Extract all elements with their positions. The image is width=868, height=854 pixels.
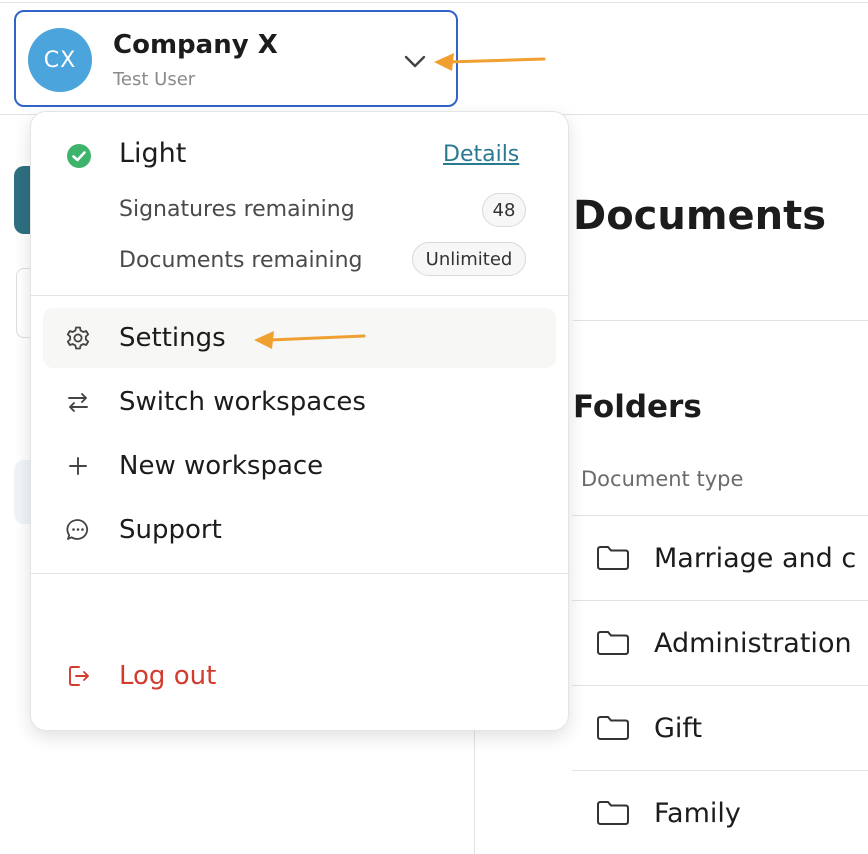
folder-row[interactable]: Marriage and c bbox=[572, 515, 868, 600]
logout-icon bbox=[69, 666, 89, 686]
menu-item-switch-workspaces[interactable]: Switch workspaces bbox=[43, 372, 556, 432]
menu-item-label: Support bbox=[119, 515, 222, 545]
folder-row[interactable]: Gift bbox=[572, 685, 868, 770]
avatar: CX bbox=[28, 28, 92, 92]
signatures-remaining-badge: 48 bbox=[482, 193, 526, 227]
folder-name: Marriage and c bbox=[654, 542, 857, 574]
menu-divider bbox=[31, 295, 570, 296]
gear-icon bbox=[66, 326, 90, 350]
menu-item-log-out[interactable]: Log out bbox=[43, 646, 556, 706]
page-title: Documents bbox=[573, 193, 827, 239]
folder-name: Family bbox=[654, 797, 741, 829]
check-circle-icon bbox=[67, 144, 91, 168]
folder-list: Marriage and c Administration Gift Famil… bbox=[572, 515, 868, 854]
top-border bbox=[0, 2, 868, 3]
signatures-remaining-label: Signatures remaining bbox=[119, 197, 355, 222]
folder-name: Gift bbox=[654, 712, 703, 744]
menu-divider bbox=[31, 573, 570, 574]
folder-icon bbox=[597, 716, 629, 740]
menu-item-label: Settings bbox=[119, 323, 226, 353]
folders-heading: Folders bbox=[573, 389, 702, 425]
documents-remaining-label: Documents remaining bbox=[119, 248, 363, 273]
folder-row[interactable]: Family bbox=[572, 770, 868, 854]
menu-item-new-workspace[interactable]: New workspace bbox=[43, 436, 556, 496]
column-header-document-type[interactable]: Document type bbox=[581, 467, 743, 491]
user-name: Test User bbox=[113, 69, 196, 90]
chevron-down-icon[interactable] bbox=[402, 52, 428, 70]
workspace-dropdown-menu: Light Details Signatures remaining 48 Do… bbox=[30, 111, 570, 731]
menu-item-label: New workspace bbox=[119, 451, 324, 481]
plus-icon bbox=[69, 457, 87, 475]
menu-item-label: Switch workspaces bbox=[119, 387, 366, 417]
title-divider bbox=[573, 320, 868, 321]
folder-name: Administration bbox=[654, 627, 852, 659]
annotation-arrow-icon bbox=[434, 53, 546, 71]
folder-icon bbox=[597, 546, 629, 570]
folder-row[interactable]: Administration bbox=[572, 600, 868, 685]
chat-bubble-icon bbox=[66, 519, 89, 540]
documents-remaining-badge: Unlimited bbox=[412, 242, 526, 276]
folder-icon bbox=[597, 801, 629, 825]
swap-arrows-icon bbox=[68, 393, 88, 412]
plan-details-link[interactable]: Details bbox=[443, 142, 519, 167]
menu-item-label: Log out bbox=[119, 661, 217, 691]
folder-icon bbox=[597, 631, 629, 655]
company-name: Company X bbox=[113, 30, 278, 60]
annotation-arrow-icon bbox=[254, 331, 366, 349]
plan-name: Light bbox=[119, 138, 187, 169]
menu-item-support[interactable]: Support bbox=[43, 500, 556, 560]
workspace-switcher[interactable]: CX Company X Test User bbox=[14, 10, 458, 107]
